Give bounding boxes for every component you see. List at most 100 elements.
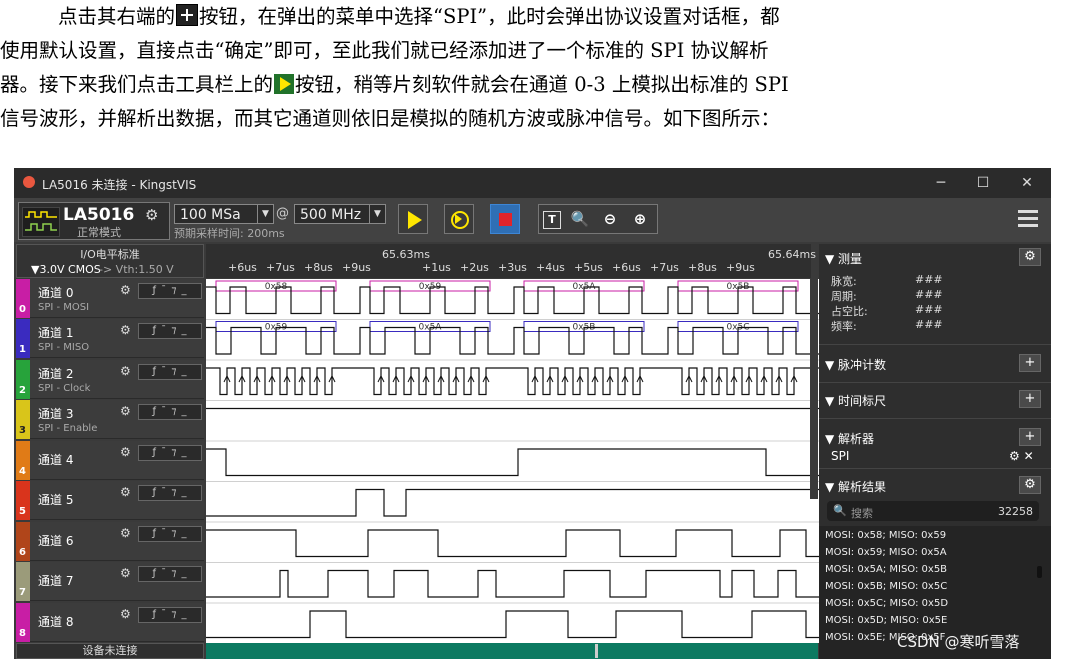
channel-name[interactable]: 通道 7 (38, 572, 73, 589)
channel-gear-icon[interactable]: ⚙ (120, 404, 134, 418)
loop-button[interactable] (444, 204, 474, 234)
ruler-tick: +7us (266, 261, 295, 274)
time-ruler[interactable]: 65.63ms 65.64ms +6us +7us +8us +9us +1us… (206, 244, 816, 278)
analyzer-item-actions-icon[interactable]: ⚙ ✕ (1009, 449, 1034, 463)
result-row[interactable]: MOSI: 0x59; MISO: 0x5A (825, 547, 947, 558)
waveform-scrollbar[interactable] (810, 279, 818, 499)
channel-color-swatch: 4 (16, 441, 30, 480)
sample-rate-select[interactable]: 500 MHz ▼ (294, 204, 386, 224)
device-gear-icon[interactable]: ⚙ (145, 206, 158, 224)
stop-button[interactable] (490, 204, 520, 234)
start-button[interactable] (398, 204, 428, 234)
channel-color-swatch: 8 (16, 603, 30, 642)
channel-row-5[interactable]: 5 通道 5 ⚙ ƒ ¯ ⁊ _ (16, 481, 204, 520)
measure-title[interactable]: ▼ 测量 (825, 250, 862, 267)
channel-number: 5 (19, 506, 26, 517)
time-marker-title[interactable]: ▼ 时间标尺 (825, 392, 886, 409)
channel-trigger-buttons[interactable]: ƒ ¯ ⁊ _ (138, 445, 202, 461)
ruler-tick: +8us (304, 261, 333, 274)
channel-trigger-buttons[interactable]: ƒ ¯ ⁊ _ (138, 566, 202, 582)
channel-name[interactable]: 通道 6 (38, 532, 73, 549)
menu-icon[interactable] (1018, 210, 1038, 228)
close-button[interactable]: ✕ (1012, 172, 1042, 194)
channel-trigger-buttons[interactable]: ƒ ¯ ⁊ _ (138, 323, 202, 339)
channel-name[interactable]: 通道 0 (38, 284, 73, 301)
channel-trigger-buttons[interactable]: ƒ ¯ ⁊ _ (138, 607, 202, 623)
measure-value: ### (915, 273, 943, 286)
chevron-down-icon: ▼ (257, 205, 273, 223)
result-row[interactable]: MOSI: 0x58; MISO: 0x59 (825, 530, 946, 541)
analyzer-item-spi[interactable]: SPI (831, 449, 849, 463)
text-cursor-icon[interactable]: T (543, 211, 561, 229)
waveform-ch5 (206, 488, 819, 517)
channel-gear-icon[interactable]: ⚙ (120, 323, 134, 337)
zoom-tools: T 🔍 ⊖ ⊕ (538, 204, 658, 234)
channel-name[interactable]: 通道 5 (38, 491, 73, 508)
channel-gear-icon[interactable]: ⚙ (120, 526, 134, 540)
channel-trigger-buttons[interactable]: ƒ ¯ ⁊ _ (138, 364, 202, 380)
channel-gear-icon[interactable]: ⚙ (120, 607, 134, 621)
channel-row-3[interactable]: 3 通道 3 SPI - Enable ⚙ ƒ ¯ ⁊ _ (16, 400, 204, 439)
channel-number: 2 (19, 385, 26, 396)
result-row[interactable]: MOSI: 0x5C; MISO: 0x5D (825, 598, 948, 609)
channel-color-swatch: 7 (16, 562, 30, 601)
io-voltage[interactable]: ▼3.0V CMOS (31, 263, 101, 276)
results-search-input[interactable]: 🔍 搜索 32258 (827, 501, 1039, 521)
channel-trigger-buttons[interactable]: ƒ ¯ ⁊ _ (138, 485, 202, 501)
channel-row-1[interactable]: 1 通道 1 SPI - MISO ⚙ ƒ ¯ ⁊ _ (16, 319, 204, 358)
channel-trigger-buttons[interactable]: ƒ ¯ ⁊ _ (138, 404, 202, 420)
ruler-tick: +9us (726, 261, 755, 274)
minimize-button[interactable]: ─ (926, 172, 956, 194)
channel-row-6[interactable]: 6 通道 6 ⚙ ƒ ¯ ⁊ _ (16, 522, 204, 561)
channel-color-swatch: 3 (16, 400, 30, 439)
doc-line-1: 点击其右端的 按钮，在弹出的菜单中选择“SPI”，此时会弹出协议设置对话框，都 (58, 0, 780, 34)
channel-name[interactable]: 通道 2 (38, 365, 73, 382)
measure-label: 频率: (831, 320, 857, 333)
channel-name[interactable]: 通道 4 (38, 451, 73, 468)
results-title[interactable]: ▼ 解析结果 (825, 478, 886, 495)
results-gear-icon[interactable]: ⚙ (1019, 476, 1041, 494)
plus-button-icon (176, 4, 199, 26)
analyzer-add-button[interactable]: + (1019, 428, 1041, 446)
maximize-button[interactable]: ☐ (968, 172, 998, 194)
result-row[interactable]: MOSI: 0x5B; MISO: 0x5C (825, 581, 947, 592)
zoom-out-icon[interactable]: ⊖ (599, 209, 621, 229)
analyzer-title[interactable]: ▼ 解析器 (825, 430, 874, 447)
channel-name[interactable]: 通道 1 (38, 324, 73, 341)
channel-row-4[interactable]: 4 通道 4 ⚙ ƒ ¯ ⁊ _ (16, 441, 204, 480)
channel-name[interactable]: 通道 3 (38, 405, 73, 422)
ruler-tick: +5us (574, 261, 603, 274)
channel-gear-icon[interactable]: ⚙ (120, 445, 134, 459)
measure-gear-icon[interactable]: ⚙ (1019, 248, 1041, 266)
channel-row-8[interactable]: 8 通道 8 ⚙ ƒ ¯ ⁊ _ (16, 603, 204, 642)
time-marker-add-button[interactable]: + (1019, 390, 1041, 408)
pulse-count-title[interactable]: ▼ 脉冲计数 (825, 356, 886, 373)
result-row[interactable]: MOSI: 0x5A; MISO: 0x5B (825, 564, 947, 575)
channel-gear-icon[interactable]: ⚙ (120, 566, 134, 580)
channel-gear-icon[interactable]: ⚙ (120, 485, 134, 499)
device-selector[interactable]: LA5016 正常模式 ⚙ (18, 202, 170, 240)
pulse-count-add-button[interactable]: + (1019, 354, 1041, 372)
ruler-tick: +8us (688, 261, 717, 274)
waveform-area[interactable]: 0x58 0x59 0x5A 0x5B 0x59 0x5A 0x5B 0x5C (206, 279, 819, 643)
channel-trigger-buttons[interactable]: ƒ ¯ ⁊ _ (138, 283, 202, 299)
zoom-fit-icon[interactable]: 🔍 (569, 209, 591, 229)
results-scrollbar[interactable] (1037, 566, 1042, 578)
results-count: 32258 (998, 505, 1033, 518)
timeline-overview-bar[interactable] (206, 643, 818, 659)
channel-name[interactable]: 通道 8 (38, 613, 73, 630)
zoom-in-icon[interactable]: ⊕ (629, 209, 651, 229)
channel-gear-icon[interactable]: ⚙ (120, 364, 134, 378)
channel-trigger-buttons[interactable]: ƒ ¯ ⁊ _ (138, 526, 202, 542)
search-icon: 🔍 (833, 504, 847, 517)
timeline-marker[interactable] (595, 644, 598, 658)
divider (819, 344, 1051, 345)
channel-row-2[interactable]: 2 通道 2 SPI - Clock ⚙ ƒ ¯ ⁊ _ (16, 360, 204, 399)
sample-count-select[interactable]: 100 MSa ▼ (174, 204, 274, 224)
result-row[interactable]: MOSI: 0x5D; MISO: 0x5E (825, 615, 947, 626)
io-standard-header[interactable]: I/O电平标准 ▼3.0V CMOS -> Vth:1.50 V (16, 244, 204, 278)
channel-row-0[interactable]: 0 通道 0 SPI - MOSI ⚙ ƒ ¯ ⁊ _ (16, 279, 204, 318)
channel-row-7[interactable]: 7 通道 7 ⚙ ƒ ¯ ⁊ _ (16, 562, 204, 601)
right-panel: ▼ 测量 ⚙ 脉宽: ### 周期: ### 占空比: ### 频率: ### … (819, 244, 1051, 659)
channel-gear-icon[interactable]: ⚙ (120, 283, 134, 297)
